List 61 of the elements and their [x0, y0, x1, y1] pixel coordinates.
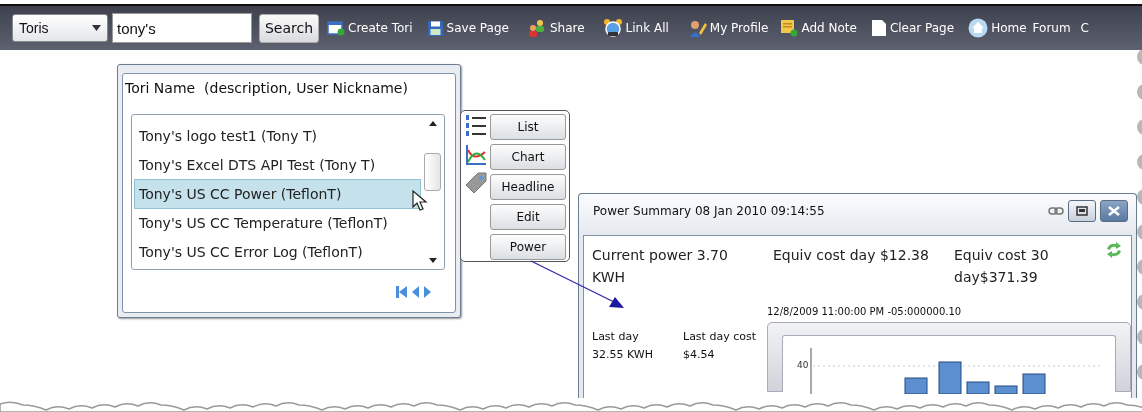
list-item[interactable]: Tony's US CC Temperature (TeflonT) — [134, 208, 421, 238]
list-title: Tori Name (description, User Nickname) — [125, 80, 409, 96]
close-button[interactable] — [1100, 200, 1128, 222]
toolbar-item[interactable]: Save Page — [426, 19, 509, 37]
blank-page-icon — [870, 19, 887, 37]
stat-text: Last day cost $4.54 — [683, 329, 757, 363]
list-item[interactable]: Tony's Excel DTS API Test (Tony T) — [134, 150, 421, 180]
list-item[interactable]: Tony's logo test1 (Tony T) — [134, 121, 421, 151]
toolbar-item[interactable]: C — [1080, 21, 1089, 35]
tag-icon — [464, 172, 487, 194]
stat-text: Last day 32.55 KWH — [592, 329, 654, 363]
link-icon[interactable] — [1048, 207, 1064, 215]
window-title: Power Summary 08 Jan 2010 09:14:55 — [593, 204, 825, 218]
stat-text: Equiv cost day $12.38 — [773, 246, 930, 265]
view-button[interactable]: Headline — [490, 174, 566, 200]
search-button[interactable]: Search — [259, 13, 319, 43]
toolbar-item[interactable]: Forum — [1032, 21, 1071, 35]
maximize-button[interactable] — [1068, 200, 1096, 222]
chart-bar — [966, 381, 990, 394]
window-icon — [1076, 206, 1088, 216]
chart-bar — [994, 385, 1018, 394]
refresh-icon[interactable] — [1105, 242, 1123, 258]
toolbar-item[interactable]: Clear Page — [870, 19, 955, 37]
category-dropdown[interactable]: Toris — [12, 14, 108, 42]
chart-bar — [904, 377, 928, 394]
previous-page-icon[interactable] — [412, 286, 419, 298]
view-button[interactable]: Edit — [490, 204, 566, 230]
alarm-clock-icon — [602, 18, 623, 38]
window-add-icon — [327, 20, 345, 36]
toolbar-item[interactable]: My Profile — [686, 18, 769, 38]
next-page-icon[interactable] — [424, 286, 431, 298]
chart-bar — [1022, 373, 1046, 394]
view-button[interactable]: Chart — [490, 144, 566, 170]
people-icon — [526, 19, 547, 37]
view-button[interactable]: List — [490, 114, 566, 140]
axis-tick-label: 40 — [797, 360, 809, 370]
y-axis-line — [810, 348, 812, 394]
close-icon — [1108, 206, 1120, 216]
home-icon — [968, 18, 989, 38]
toolbar-item[interactable]: Create Tori — [327, 20, 413, 36]
scrollbar-thumb[interactable] — [424, 153, 441, 191]
scroll-up-icon[interactable] — [428, 121, 437, 126]
list-item[interactable]: Tony's US CC Error Log (TeflonT) — [134, 237, 421, 267]
caret-icon — [92, 25, 101, 31]
toolbar-item[interactable]: Link All — [602, 18, 669, 38]
line-chart-icon — [464, 144, 487, 166]
search-field[interactable]: tony's — [112, 13, 252, 43]
stat-text: Equiv cost 30 day$371.39 — [954, 246, 1050, 287]
numbered-list-icon — [464, 114, 487, 138]
stat-text: Current power 3.70 KWH — [592, 246, 729, 287]
toolbar-item[interactable]: Home — [968, 18, 1027, 38]
chart-label: 12/8/2009 11:00:00 PM -05:000000.10 — [767, 306, 963, 317]
first-page-icon[interactable] — [396, 286, 407, 298]
note-add-icon — [780, 19, 799, 37]
scroll-down-icon[interactable] — [428, 258, 437, 263]
mouse-cursor-icon — [412, 190, 428, 212]
toolbar-item[interactable]: Share — [526, 19, 585, 37]
toolbar-item[interactable]: Add Note — [780, 19, 857, 37]
chart-bar — [938, 361, 962, 394]
list-item[interactable]: Tony's US CC Power (TeflonT) — [134, 179, 421, 209]
view-button[interactable]: Power — [490, 234, 566, 260]
